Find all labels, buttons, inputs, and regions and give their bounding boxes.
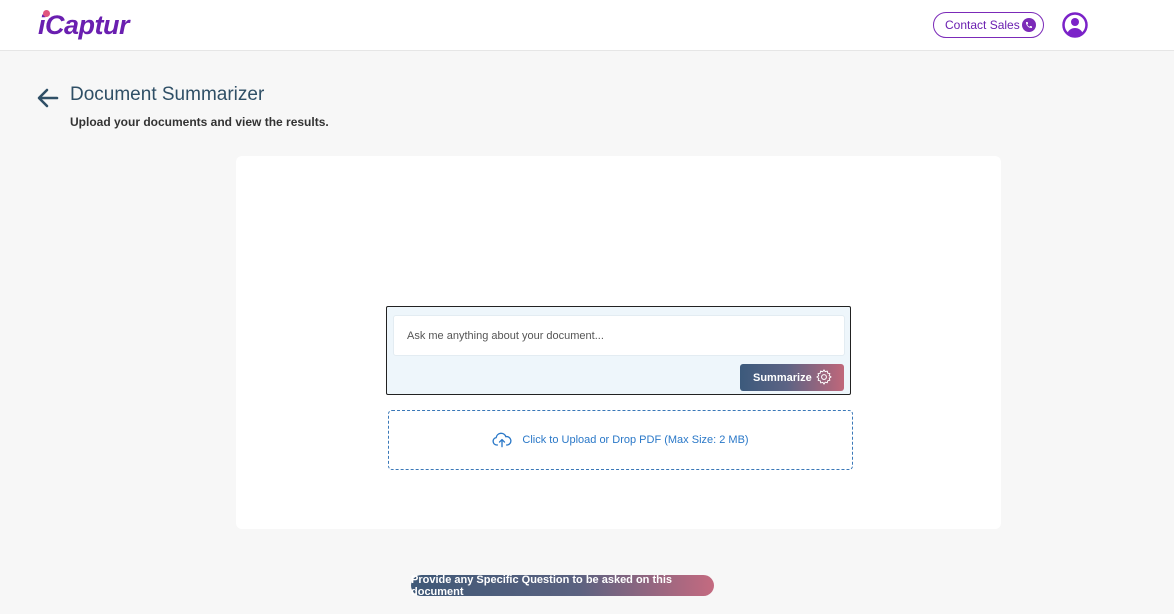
phone-icon <box>1022 18 1036 32</box>
gear-icon <box>815 368 833 386</box>
page-subtitle: Upload your documents and view the resul… <box>70 115 329 129</box>
cloud-upload-icon <box>492 432 512 448</box>
logo-text: iCaptur <box>38 9 130 40</box>
back-arrow-icon[interactable] <box>36 86 60 110</box>
top-bar: iCaptur Contact Sales <box>0 0 1174 51</box>
summarize-button[interactable]: Summarize <box>740 364 844 391</box>
query-panel: Summarize <box>386 306 851 395</box>
user-avatar-icon[interactable] <box>1062 12 1088 38</box>
logo-dot <box>43 10 50 17</box>
question-input[interactable] <box>393 315 845 356</box>
upload-label: Click to Upload or Drop PDF (Max Size: 2… <box>522 434 749 446</box>
contact-sales-button[interactable]: Contact Sales <box>933 12 1044 38</box>
contact-sales-label: Contact Sales <box>945 18 1020 32</box>
question-hint-badge: Provide any Specific Question to be aske… <box>411 574 714 598</box>
logo[interactable]: iCaptur <box>38 9 130 41</box>
pdf-upload-dropzone[interactable]: Click to Upload or Drop PDF (Max Size: 2… <box>388 410 853 470</box>
summarize-label: Summarize <box>753 371 812 384</box>
page-title: Document Summarizer <box>70 84 265 105</box>
